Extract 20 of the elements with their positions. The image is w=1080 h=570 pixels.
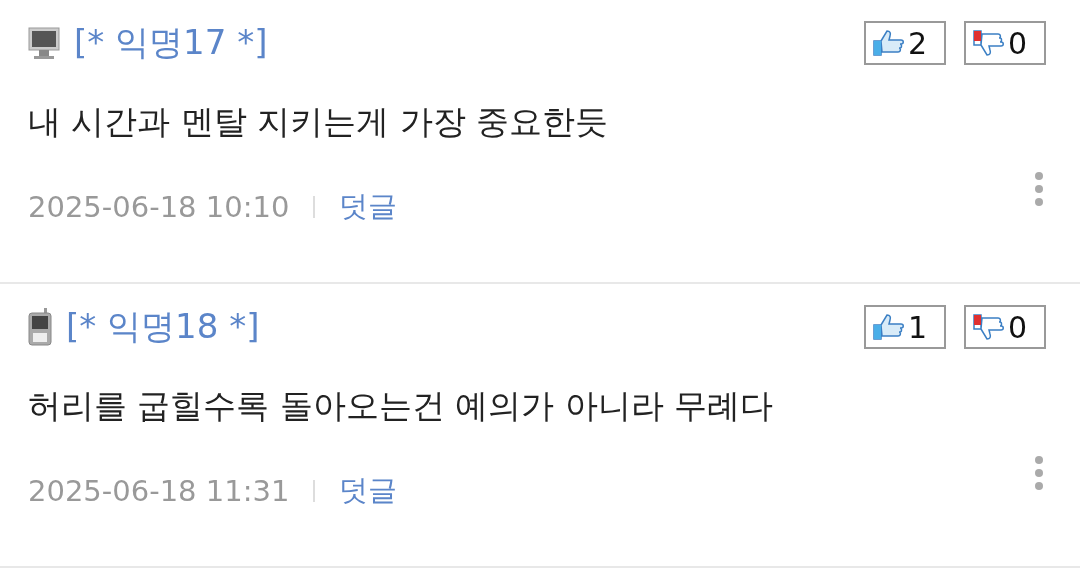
comment-text: 내 시간과 멘탈 지키는게 가장 중요한듯 [28,101,610,143]
like-button[interactable]: 2 [864,21,946,65]
like-button[interactable]: 1 [864,305,946,349]
comment-date: 2025-06-18 10:10 [28,190,290,224]
author-name[interactable]: [* 익명17 *] [74,20,268,66]
more-icon[interactable] [1034,171,1044,207]
more-icon[interactable] [1034,455,1044,491]
comment-text: 허리를 굽힐수록 돌아오는건 예의가 아니라 무례다 [28,385,775,427]
phone-icon [28,308,52,346]
reply-link[interactable]: 덧글 [339,187,398,227]
comment-date: 2025-06-18 11:31 [28,474,290,508]
thumbs-down-icon [972,29,1006,57]
monitor-icon [28,26,60,60]
thumbs-up-icon [872,29,906,57]
thumbs-up-icon [872,313,906,341]
dislike-button[interactable]: 0 [964,305,1046,349]
dislike-button[interactable]: 0 [964,21,1046,65]
author-name[interactable]: [* 익명18 *] [66,304,260,350]
reply-link[interactable]: 덧글 [339,471,398,511]
thumbs-down-icon [972,313,1006,341]
